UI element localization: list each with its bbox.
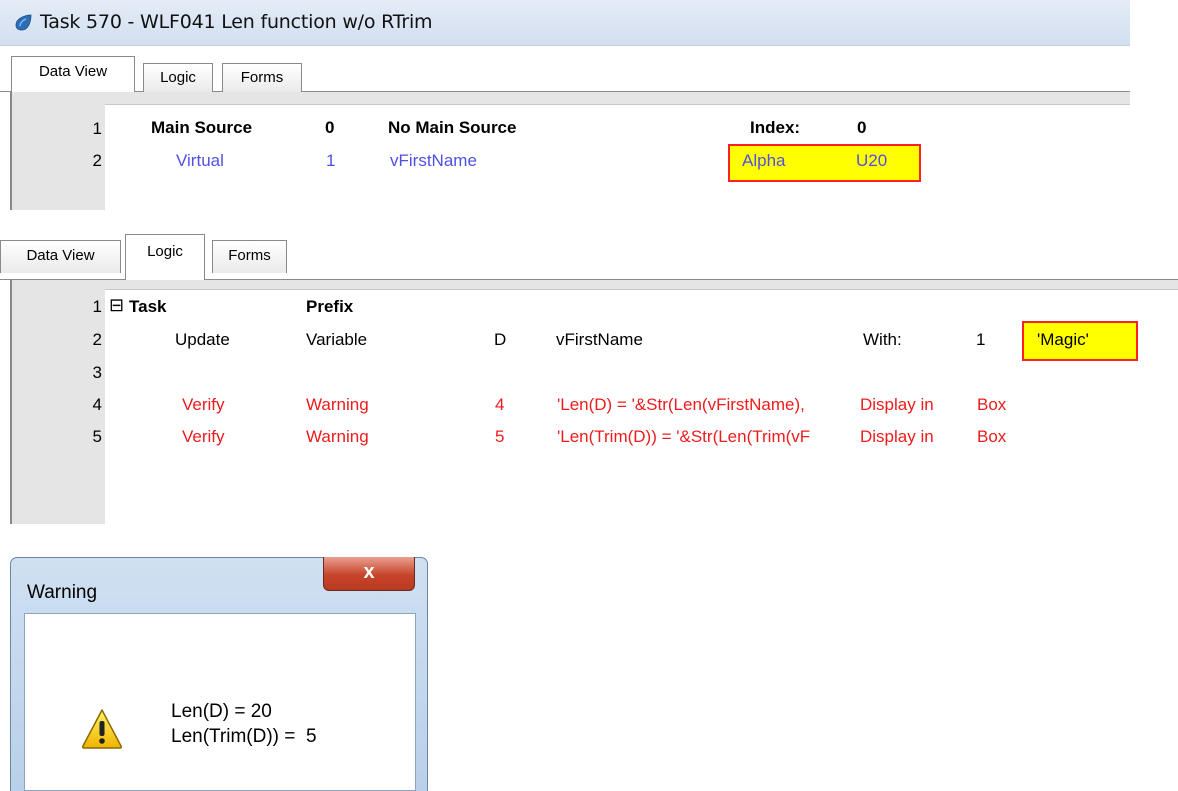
operation-type[interactable]: Variable	[306, 330, 367, 350]
tab-logic[interactable]: Logic	[143, 63, 213, 92]
display-label[interactable]: Display in	[860, 395, 934, 415]
dialog-body: Len(D) = 20 Len(Trim(D)) = 5	[24, 613, 416, 791]
tab-label: Data View	[38, 63, 108, 80]
index-label[interactable]: Index:	[750, 118, 800, 138]
variable-name[interactable]: vFirstName	[556, 330, 643, 350]
dialog-title: Warning	[27, 582, 98, 603]
data-view-grid: 1 Main Source 0 No Main Source Index: 0 …	[10, 92, 1130, 210]
verify-expression[interactable]: 'Len(Trim(D)) = '&Str(Len(Trim(vF	[557, 427, 857, 447]
tab-label: Forms	[240, 69, 284, 86]
window-title-bar: Task 570 - WLF041 Len function w/o RTrim	[0, 0, 1130, 46]
display-label[interactable]: Display in	[860, 427, 934, 447]
close-icon: x	[363, 561, 375, 583]
logic-grid: 1 ⊟ Task Prefix 2 Update Variable D vFir…	[10, 280, 1178, 524]
expression-number[interactable]: 4	[495, 395, 504, 415]
variable-letter[interactable]: D	[494, 330, 506, 350]
collapse-icon[interactable]: ⊟	[109, 295, 124, 316]
magic-drop-icon	[15, 14, 32, 31]
row-number: 2	[92, 330, 102, 349]
verify-expression[interactable]: 'Len(D) = '&Str(Len(vFirstName),	[557, 395, 857, 415]
tab-data-view[interactable]: Data View	[0, 240, 121, 273]
source-number[interactable]: 0	[325, 118, 334, 138]
variable-type[interactable]: Virtual	[176, 151, 224, 171]
expression-value[interactable]: 'Magic'	[1037, 330, 1089, 350]
close-button[interactable]: x	[323, 557, 415, 591]
verify-mode[interactable]: Warning	[306, 427, 369, 447]
variable-attribute[interactable]: Alpha	[742, 151, 785, 171]
window-title: Task 570 - WLF041 Len function w/o RTrim	[40, 11, 433, 33]
verify-mode[interactable]: Warning	[306, 395, 369, 415]
expression-number[interactable]: 1	[976, 330, 985, 350]
display-mode[interactable]: Box	[977, 427, 1006, 447]
variable-number[interactable]: 1	[326, 151, 335, 171]
warning-icon	[81, 709, 123, 749]
tab-label: Logic	[147, 243, 183, 260]
tab-strip: Data View Logic Forms	[0, 46, 1130, 92]
message-line-1: Len(D) = 20	[171, 701, 272, 722]
task-prefix-label[interactable]: Prefix	[306, 297, 353, 317]
task-header[interactable]: Task	[129, 297, 167, 317]
tab-data-view[interactable]: Data View	[11, 56, 135, 92]
tab-forms[interactable]: Forms	[222, 63, 302, 92]
row-number: 3	[92, 363, 102, 382]
tab-label: Forms	[228, 247, 271, 264]
tab-strip: Data View Logic Forms	[0, 234, 1178, 280]
message-line-2: Len(Trim(D)) = 5	[171, 726, 317, 747]
source-name[interactable]: No Main Source	[388, 118, 516, 138]
variable-name[interactable]: vFirstName	[390, 151, 477, 171]
row-number: 1	[92, 119, 102, 138]
index-value[interactable]: 0	[857, 118, 866, 138]
with-label[interactable]: With:	[863, 330, 902, 350]
operation-name[interactable]: Verify	[182, 395, 225, 415]
row-number: 4	[92, 395, 102, 414]
row-number: 2	[92, 151, 102, 170]
tab-label: Logic	[160, 69, 196, 86]
main-source-label[interactable]: Main Source	[151, 118, 252, 138]
tab-logic[interactable]: Logic	[125, 234, 205, 280]
display-mode[interactable]: Box	[977, 395, 1006, 415]
tab-forms[interactable]: Forms	[212, 240, 287, 273]
tab-label: Data View	[26, 247, 95, 264]
operation-name[interactable]: Verify	[182, 427, 225, 447]
expression-number[interactable]: 5	[495, 427, 504, 447]
operation-name[interactable]: Update	[175, 330, 230, 350]
variable-picture[interactable]: U20	[856, 151, 887, 171]
warning-dialog: Warning x Len(D) = 20 Len(Trim(D)) = 5	[10, 557, 428, 791]
row-number: 5	[92, 427, 102, 446]
row-number: 1	[92, 297, 102, 316]
